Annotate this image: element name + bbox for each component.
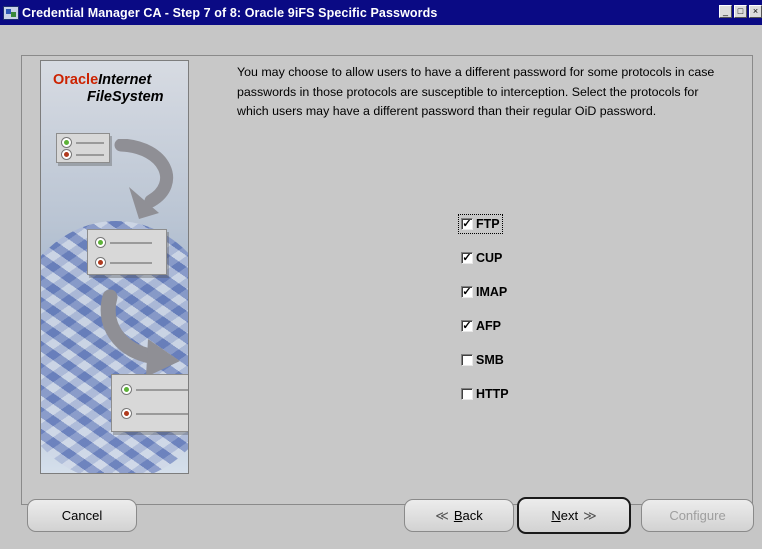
red-dot-icon — [96, 258, 105, 267]
form-card-icon — [87, 229, 167, 275]
next-button-label: ext — [560, 508, 579, 523]
close-icon[interactable]: × — [749, 5, 762, 18]
checkbox-cup[interactable]: ✓ CUP — [461, 251, 502, 265]
minimize-icon[interactable]: _ — [719, 5, 732, 18]
checkbox-http[interactable]: HTTP — [461, 387, 509, 401]
green-dot-icon — [122, 385, 131, 394]
checkbox-label: FTP — [476, 217, 500, 231]
form-card-icon — [111, 374, 188, 432]
configure-button[interactable]: Configure — [641, 499, 754, 532]
checkbox-afp[interactable]: ✓ AFP — [461, 319, 501, 333]
back-button-label: ack — [462, 508, 483, 523]
green-dot-icon — [96, 238, 105, 247]
checkbox-label: HTTP — [476, 387, 509, 401]
checkbox-box[interactable]: ✓ — [461, 252, 473, 264]
window-title: Credential Manager CA - Step 7 of 8: Ora… — [22, 5, 438, 20]
curved-arrow-icon — [114, 139, 174, 219]
checkbox-ftp[interactable]: ✓ FTP — [458, 214, 503, 234]
back-arrow-icon: ≪ — [435, 507, 449, 523]
checkbox-label: SMB — [476, 353, 504, 367]
app-icon[interactable] — [3, 5, 19, 20]
checkbox-box[interactable] — [461, 388, 473, 400]
checkbox-box[interactable]: ✓ — [461, 218, 473, 230]
title-bar[interactable]: Credential Manager CA - Step 7 of 8: Ora… — [0, 0, 762, 25]
side-illustration: OracleInternet FileSystem — [40, 60, 189, 474]
curved-arrow-icon — [100, 289, 180, 377]
configure-button-label: Configure — [669, 508, 726, 523]
logo-internet-text: Internet — [98, 72, 152, 88]
checkbox-box[interactable]: ✓ — [461, 320, 473, 332]
oracle-ifs-logo: OracleInternet FileSystem — [53, 71, 164, 106]
checkbox-label: AFP — [476, 319, 501, 333]
checkbox-box[interactable]: ✓ — [461, 286, 473, 298]
window-controls: _ □ × — [719, 5, 762, 18]
cancel-button-label: Cancel — [61, 508, 103, 523]
cancel-button[interactable]: Cancel — [27, 499, 137, 532]
green-dot-icon — [62, 138, 71, 147]
checkbox-box[interactable] — [461, 354, 473, 366]
checkbox-label: IMAP — [476, 285, 508, 299]
maximize-icon[interactable]: □ — [734, 5, 747, 18]
red-dot-icon — [122, 409, 131, 418]
form-card-icon — [56, 133, 110, 163]
instructions-text: You may choose to allow users to have a … — [237, 65, 715, 118]
next-mnemonic: N — [551, 508, 561, 523]
next-arrow-icon: ≫ — [583, 507, 597, 523]
back-button[interactable]: ≪ Back — [404, 499, 514, 532]
checkbox-imap[interactable]: ✓ IMAP — [461, 285, 507, 299]
logo-filesystem-text: FileSystem — [87, 89, 164, 105]
checkbox-label: CUP — [476, 251, 503, 265]
next-button[interactable]: Next ≫ — [517, 497, 631, 534]
logo-oracle-text: Oracle — [53, 72, 99, 88]
red-dot-icon — [62, 150, 71, 159]
back-mnemonic: B — [453, 508, 463, 523]
checkbox-smb[interactable]: SMB — [461, 353, 504, 367]
